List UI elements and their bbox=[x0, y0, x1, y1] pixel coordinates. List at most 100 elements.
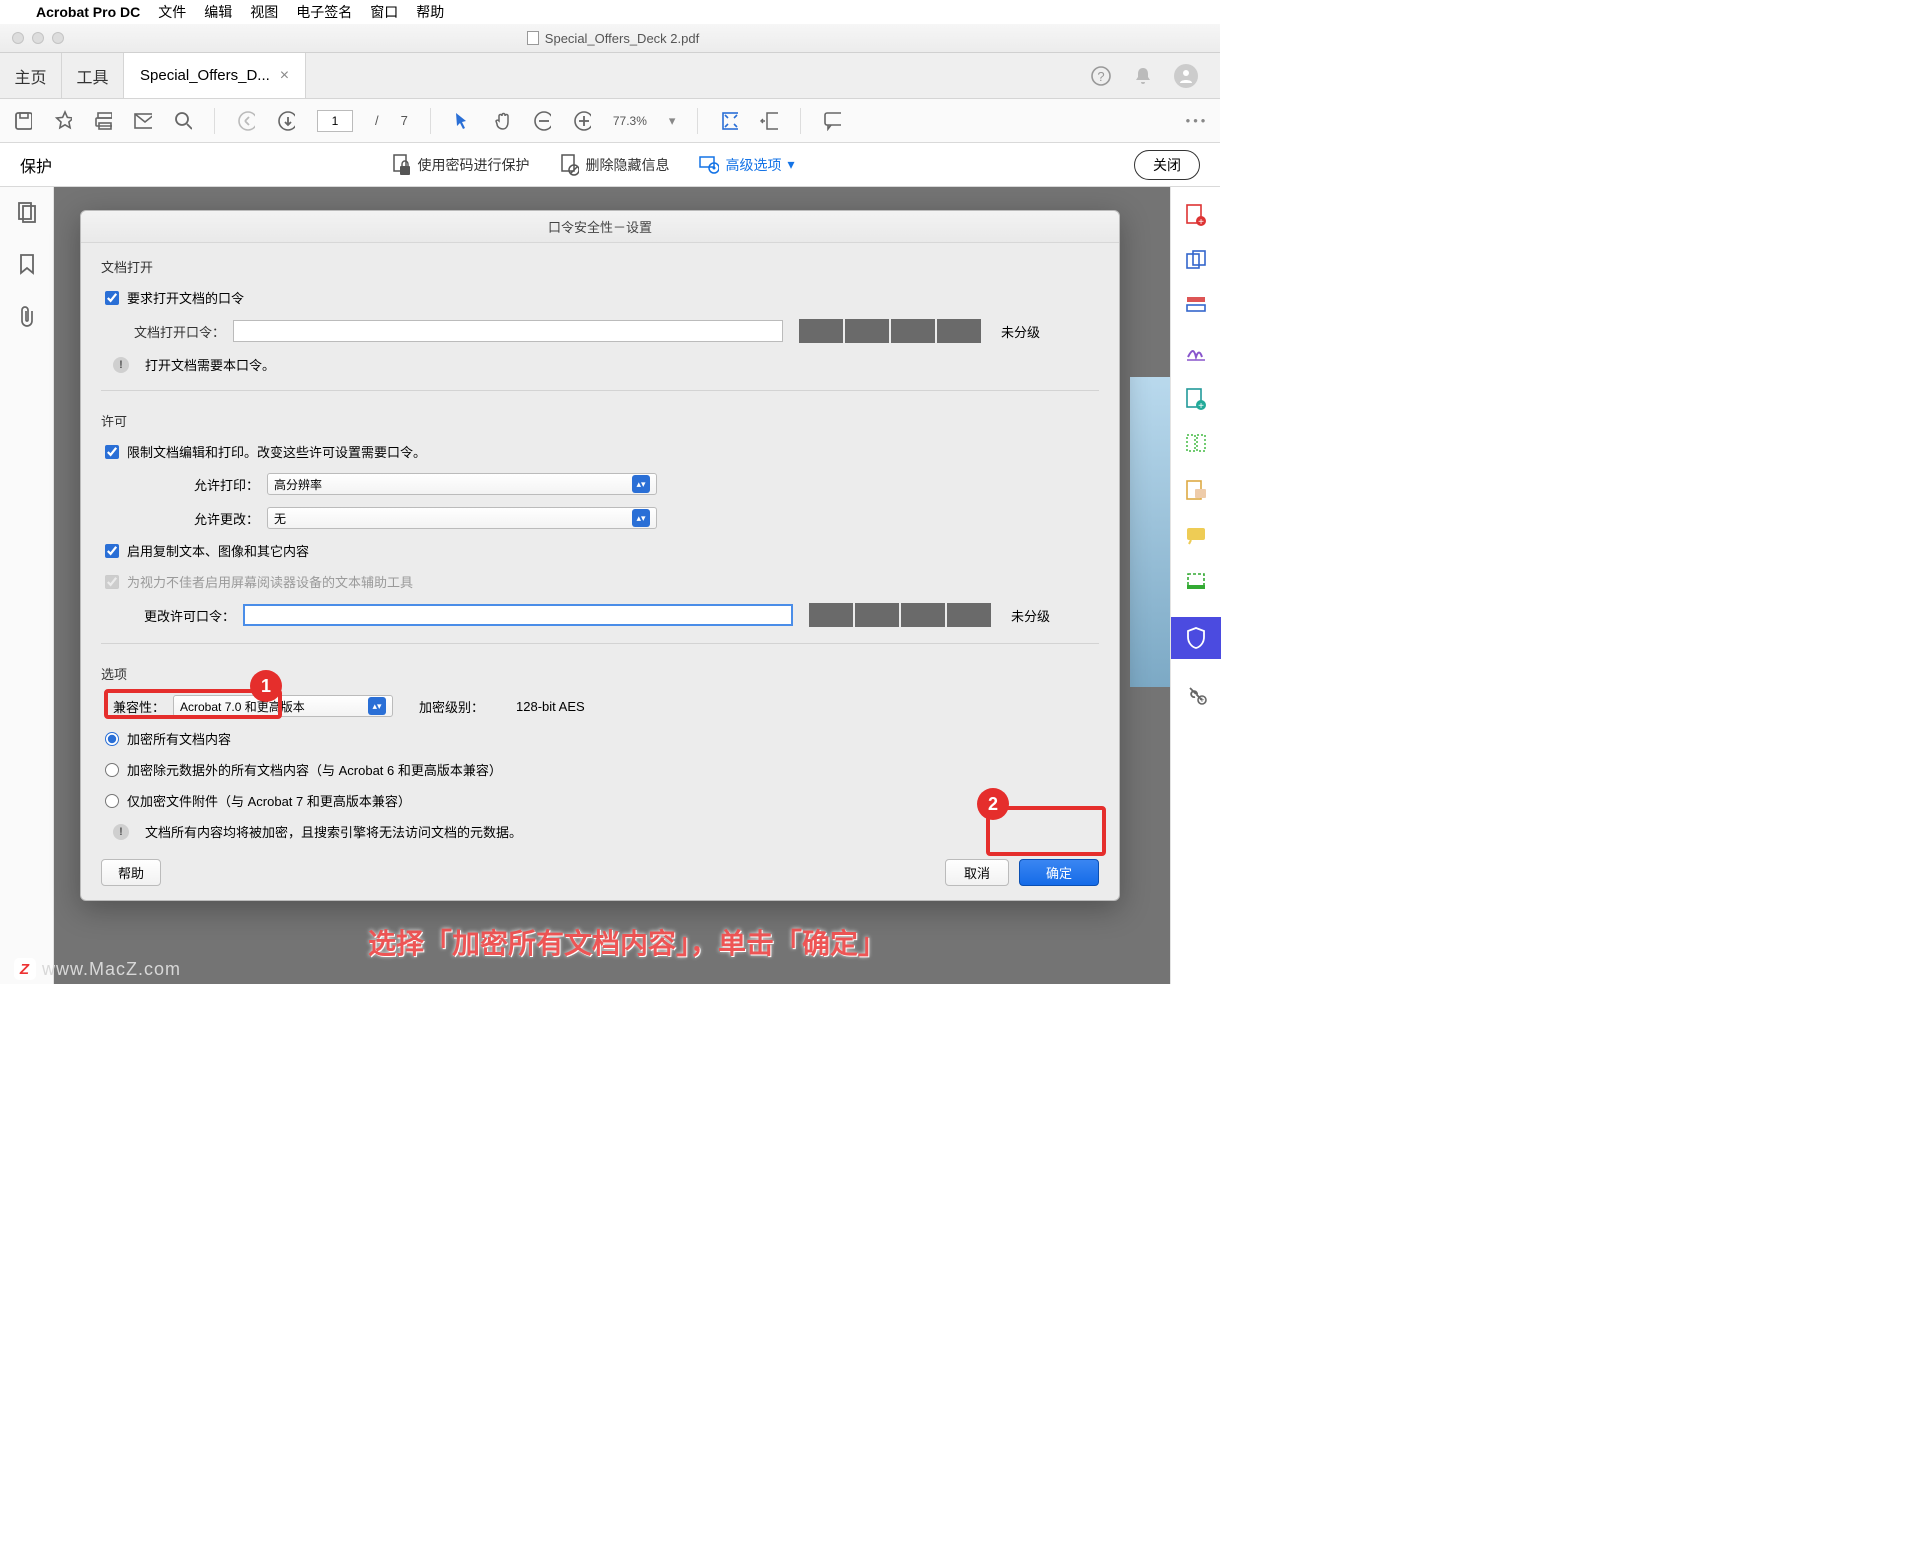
page-width-icon[interactable] bbox=[760, 112, 778, 130]
encrypt-all-label: 加密所有文档内容 bbox=[127, 729, 231, 748]
bookmark-icon[interactable] bbox=[19, 253, 35, 275]
compatibility-select[interactable]: Acrobat 7.0 和更高版本 ▴▾ bbox=[173, 695, 393, 717]
require-open-password-checkbox[interactable] bbox=[105, 291, 119, 305]
thumbnails-icon[interactable] bbox=[17, 201, 37, 223]
change-perm-password-label: 更改许可口令： bbox=[125, 606, 235, 625]
info-icon: ! bbox=[113, 357, 129, 373]
next-page-icon[interactable] bbox=[277, 112, 295, 130]
password-security-dialog: 口令安全性－设置 文档打开 要求打开文档的口令 文档打开口令： 未分级 ! 打开… bbox=[80, 210, 1120, 901]
help-button[interactable]: 帮助 bbox=[101, 859, 161, 886]
save-icon[interactable] bbox=[14, 112, 32, 130]
encrypt-except-meta-radio[interactable] bbox=[105, 763, 119, 777]
export-icon[interactable]: + bbox=[1185, 387, 1207, 409]
encrypt-attachments-radio[interactable] bbox=[105, 794, 119, 808]
minimize-light[interactable] bbox=[32, 32, 44, 44]
attachment-icon[interactable] bbox=[18, 305, 36, 327]
zoom-level[interactable]: 77.3% bbox=[613, 114, 647, 128]
svg-text:+: + bbox=[1199, 695, 1204, 705]
comment-icon[interactable] bbox=[823, 112, 841, 130]
zoom-in-icon[interactable] bbox=[573, 112, 591, 130]
create-pdf-icon[interactable]: + bbox=[1185, 203, 1207, 225]
open-password-info: 打开文档需要本口令。 bbox=[145, 355, 275, 374]
more-tools-icon[interactable]: + bbox=[1185, 683, 1207, 705]
prev-page-icon[interactable] bbox=[237, 112, 255, 130]
restrict-editing-label: 限制文档编辑和打印。改变这些许可设置需要口令。 bbox=[127, 442, 426, 461]
tools-tab[interactable]: 工具 bbox=[62, 53, 124, 98]
allow-print-select[interactable]: 高分辨率 ▴▾ bbox=[267, 473, 657, 495]
allow-change-select[interactable]: 无 ▴▾ bbox=[267, 507, 657, 529]
selection-tool-icon[interactable] bbox=[453, 112, 471, 130]
menu-file[interactable]: 文件 bbox=[158, 2, 186, 22]
bell-icon[interactable] bbox=[1134, 66, 1152, 86]
restrict-editing-checkbox[interactable] bbox=[105, 445, 119, 459]
print-icon[interactable] bbox=[94, 112, 112, 130]
remove-hidden-button[interactable]: 删除隐藏信息 bbox=[559, 154, 669, 176]
cancel-button[interactable]: 取消 bbox=[945, 859, 1009, 886]
encrypt-all-radio[interactable] bbox=[105, 732, 119, 746]
remove-hidden-label: 删除隐藏信息 bbox=[585, 155, 669, 175]
star-icon[interactable] bbox=[54, 112, 72, 130]
stamp-icon[interactable] bbox=[1185, 525, 1207, 547]
advanced-options-label: 高级选项 bbox=[725, 155, 781, 175]
fit-icon[interactable] bbox=[720, 112, 738, 130]
document-tab[interactable]: Special_Offers_D... × bbox=[124, 53, 306, 98]
chevron-down-icon: ▾ bbox=[787, 156, 794, 173]
menu-view[interactable]: 视图 bbox=[250, 2, 278, 22]
zoom-out-icon[interactable] bbox=[533, 112, 551, 130]
password-protect-button[interactable]: 使用密码进行保护 bbox=[391, 154, 529, 176]
hand-tool-icon[interactable] bbox=[493, 112, 511, 130]
perm-password-strength-label: 未分级 bbox=[1011, 606, 1050, 625]
edit-pdf-icon[interactable] bbox=[1185, 295, 1207, 317]
watermark: Z www.MacZ.com bbox=[14, 958, 181, 980]
help-icon[interactable]: ? bbox=[1090, 65, 1112, 87]
menu-edit[interactable]: 编辑 bbox=[204, 2, 232, 22]
main-toolbar: / 7 77.3% ▾ ••• bbox=[0, 99, 1220, 143]
tab-close-icon[interactable]: × bbox=[280, 67, 289, 85]
page-total: 7 bbox=[401, 113, 408, 128]
enable-copy-checkbox[interactable] bbox=[105, 544, 119, 558]
svg-text:+: + bbox=[1198, 217, 1204, 227]
advanced-options-button[interactable]: 高级选项 ▾ bbox=[699, 155, 794, 175]
close-protect-button[interactable]: 关闭 bbox=[1134, 150, 1200, 180]
doc-open-section: 文档打开 bbox=[101, 257, 1099, 276]
annotation-text: 选择「加密所有文档内容」，单击「确定」 bbox=[368, 922, 886, 962]
watermark-logo: Z bbox=[14, 958, 36, 980]
allow-change-label: 允许更改： bbox=[179, 509, 259, 528]
open-password-input[interactable] bbox=[233, 320, 783, 342]
close-light[interactable] bbox=[12, 32, 24, 44]
scan-icon[interactable] bbox=[1185, 571, 1207, 593]
compat-value: Acrobat 7.0 和更高版本 bbox=[180, 698, 305, 715]
left-nav-rail bbox=[0, 187, 54, 984]
avatar[interactable] bbox=[1174, 64, 1198, 88]
traffic-lights bbox=[0, 32, 76, 44]
svg-text:?: ? bbox=[1097, 69, 1104, 84]
menu-help[interactable]: 帮助 bbox=[416, 2, 444, 22]
zoom-light[interactable] bbox=[52, 32, 64, 44]
watermark-text: www.MacZ.com bbox=[42, 959, 181, 980]
document-icon bbox=[527, 31, 539, 45]
chevron-down-icon[interactable]: ▾ bbox=[669, 113, 676, 129]
app-menu[interactable]: Acrobat Pro DC bbox=[36, 4, 140, 20]
mail-icon[interactable] bbox=[134, 112, 152, 130]
mac-menubar: Acrobat Pro DC 文件 编辑 视图 电子签名 窗口 帮助 bbox=[0, 0, 1220, 24]
protect-tool-active[interactable] bbox=[1171, 617, 1221, 659]
search-icon[interactable] bbox=[174, 112, 192, 130]
combine-icon[interactable] bbox=[1185, 249, 1207, 271]
screen-reader-label: 为视力不佳者启用屏幕阅读器设备的文本辅助工具 bbox=[127, 572, 413, 591]
sign-icon[interactable] bbox=[1185, 341, 1207, 363]
more-icon[interactable]: ••• bbox=[1188, 112, 1206, 130]
ok-button[interactable]: 确定 bbox=[1019, 859, 1099, 886]
page-number-input[interactable] bbox=[317, 110, 353, 132]
encryption-level-value: 128-bit AES bbox=[516, 699, 585, 714]
open-password-label: 文档打开口令： bbox=[105, 322, 225, 341]
window-title: Special_Offers_Deck 2.pdf bbox=[545, 31, 699, 46]
select-arrows-icon: ▴▾ bbox=[632, 475, 650, 493]
menu-window[interactable]: 窗口 bbox=[370, 2, 398, 22]
protect-title: 保护 bbox=[20, 153, 52, 177]
require-open-password-label: 要求打开文档的口令 bbox=[127, 288, 244, 307]
home-tab[interactable]: 主页 bbox=[0, 53, 62, 98]
organize-icon[interactable] bbox=[1185, 433, 1207, 455]
comment-tool-icon[interactable] bbox=[1185, 479, 1207, 501]
change-perm-password-input[interactable] bbox=[243, 604, 793, 626]
menu-sign[interactable]: 电子签名 bbox=[296, 2, 352, 22]
